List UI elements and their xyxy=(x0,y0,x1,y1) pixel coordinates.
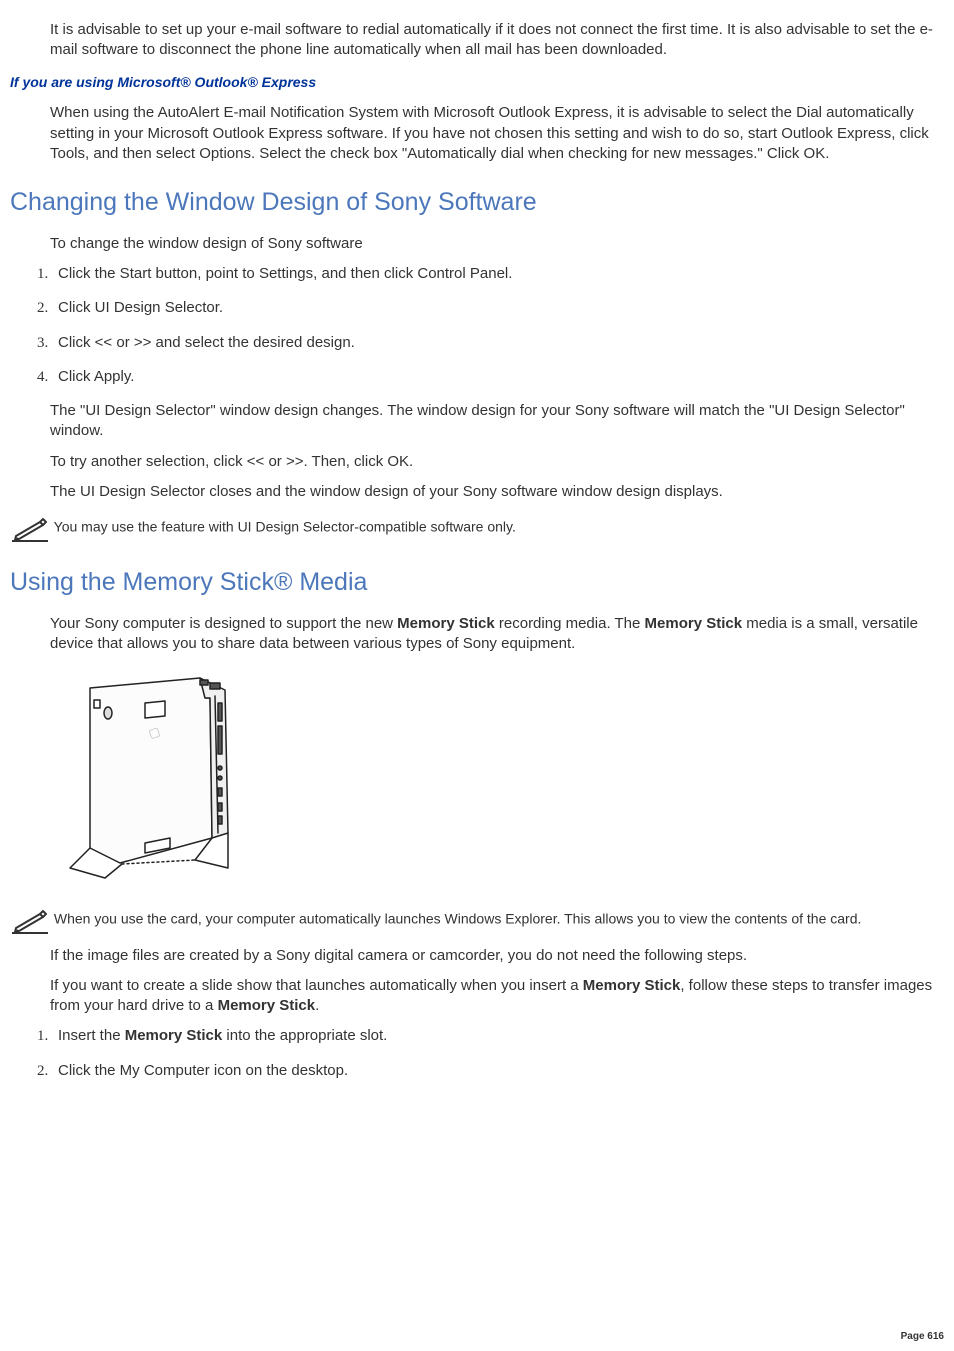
note-icon xyxy=(10,904,50,936)
text-span: recording media. The xyxy=(495,615,645,632)
text-span: If you want to create a slide show that … xyxy=(50,977,583,994)
heading-memory-stick: Using the Memory Stick® Media xyxy=(10,566,944,600)
memstick-intro: Your Sony computer is designed to suppor… xyxy=(50,614,944,655)
changing-intro: To change the window design of Sony soft… xyxy=(50,234,944,254)
list-item: Click << or >> and select the desired de… xyxy=(52,333,944,353)
memstick-para: If you want to create a slide show that … xyxy=(50,976,944,1017)
bold-term: Memory Stick xyxy=(218,997,316,1014)
intro-paragraph: It is advisable to set up your e-mail so… xyxy=(50,20,944,61)
list-item: Click UI Design Selector. xyxy=(52,298,944,318)
list-item: Click the My Computer icon on the deskto… xyxy=(52,1061,944,1081)
changing-steps-list: Click the Start button, point to Setting… xyxy=(52,264,944,387)
text-span: Your Sony computer is designed to suppor… xyxy=(50,615,397,632)
note-block: You may use the feature with UI Design S… xyxy=(10,512,944,544)
bold-term: Memory Stick xyxy=(583,977,681,994)
page-number: Page 616 xyxy=(901,1330,944,1344)
bold-term: Memory Stick xyxy=(397,615,495,632)
changing-para: To try another selection, click << or >>… xyxy=(50,452,944,472)
note-icon xyxy=(10,512,50,544)
list-item: Insert the Memory Stick into the appropr… xyxy=(52,1026,944,1046)
text-span: . xyxy=(315,997,319,1014)
text-span: Insert the xyxy=(58,1027,125,1044)
memstick-steps-list: Insert the Memory Stick into the appropr… xyxy=(52,1026,944,1081)
note-text: When you use the card, your computer aut… xyxy=(50,910,861,926)
outlook-subheading: If you are using Microsoft® Outlook® Exp… xyxy=(10,73,944,92)
list-item: Click Apply. xyxy=(52,367,944,387)
changing-para: The UI Design Selector closes and the wi… xyxy=(50,482,944,502)
bold-term: Memory Stick xyxy=(125,1027,223,1044)
text-span: into the appropriate slot. xyxy=(222,1027,387,1044)
heading-changing-window-design: Changing the Window Design of Sony Softw… xyxy=(10,186,944,220)
bold-term: Memory Stick xyxy=(645,615,743,632)
changing-para: The "UI Design Selector" window design c… xyxy=(50,401,944,442)
note-text: You may use the feature with UI Design S… xyxy=(50,519,516,535)
computer-illustration: ▢ xyxy=(50,668,944,889)
note-block: When you use the card, your computer aut… xyxy=(10,904,944,936)
memstick-para: If the image files are created by a Sony… xyxy=(50,946,944,966)
outlook-paragraph: When using the AutoAlert E-mail Notifica… xyxy=(50,103,944,164)
list-item: Click the Start button, point to Setting… xyxy=(52,264,944,284)
